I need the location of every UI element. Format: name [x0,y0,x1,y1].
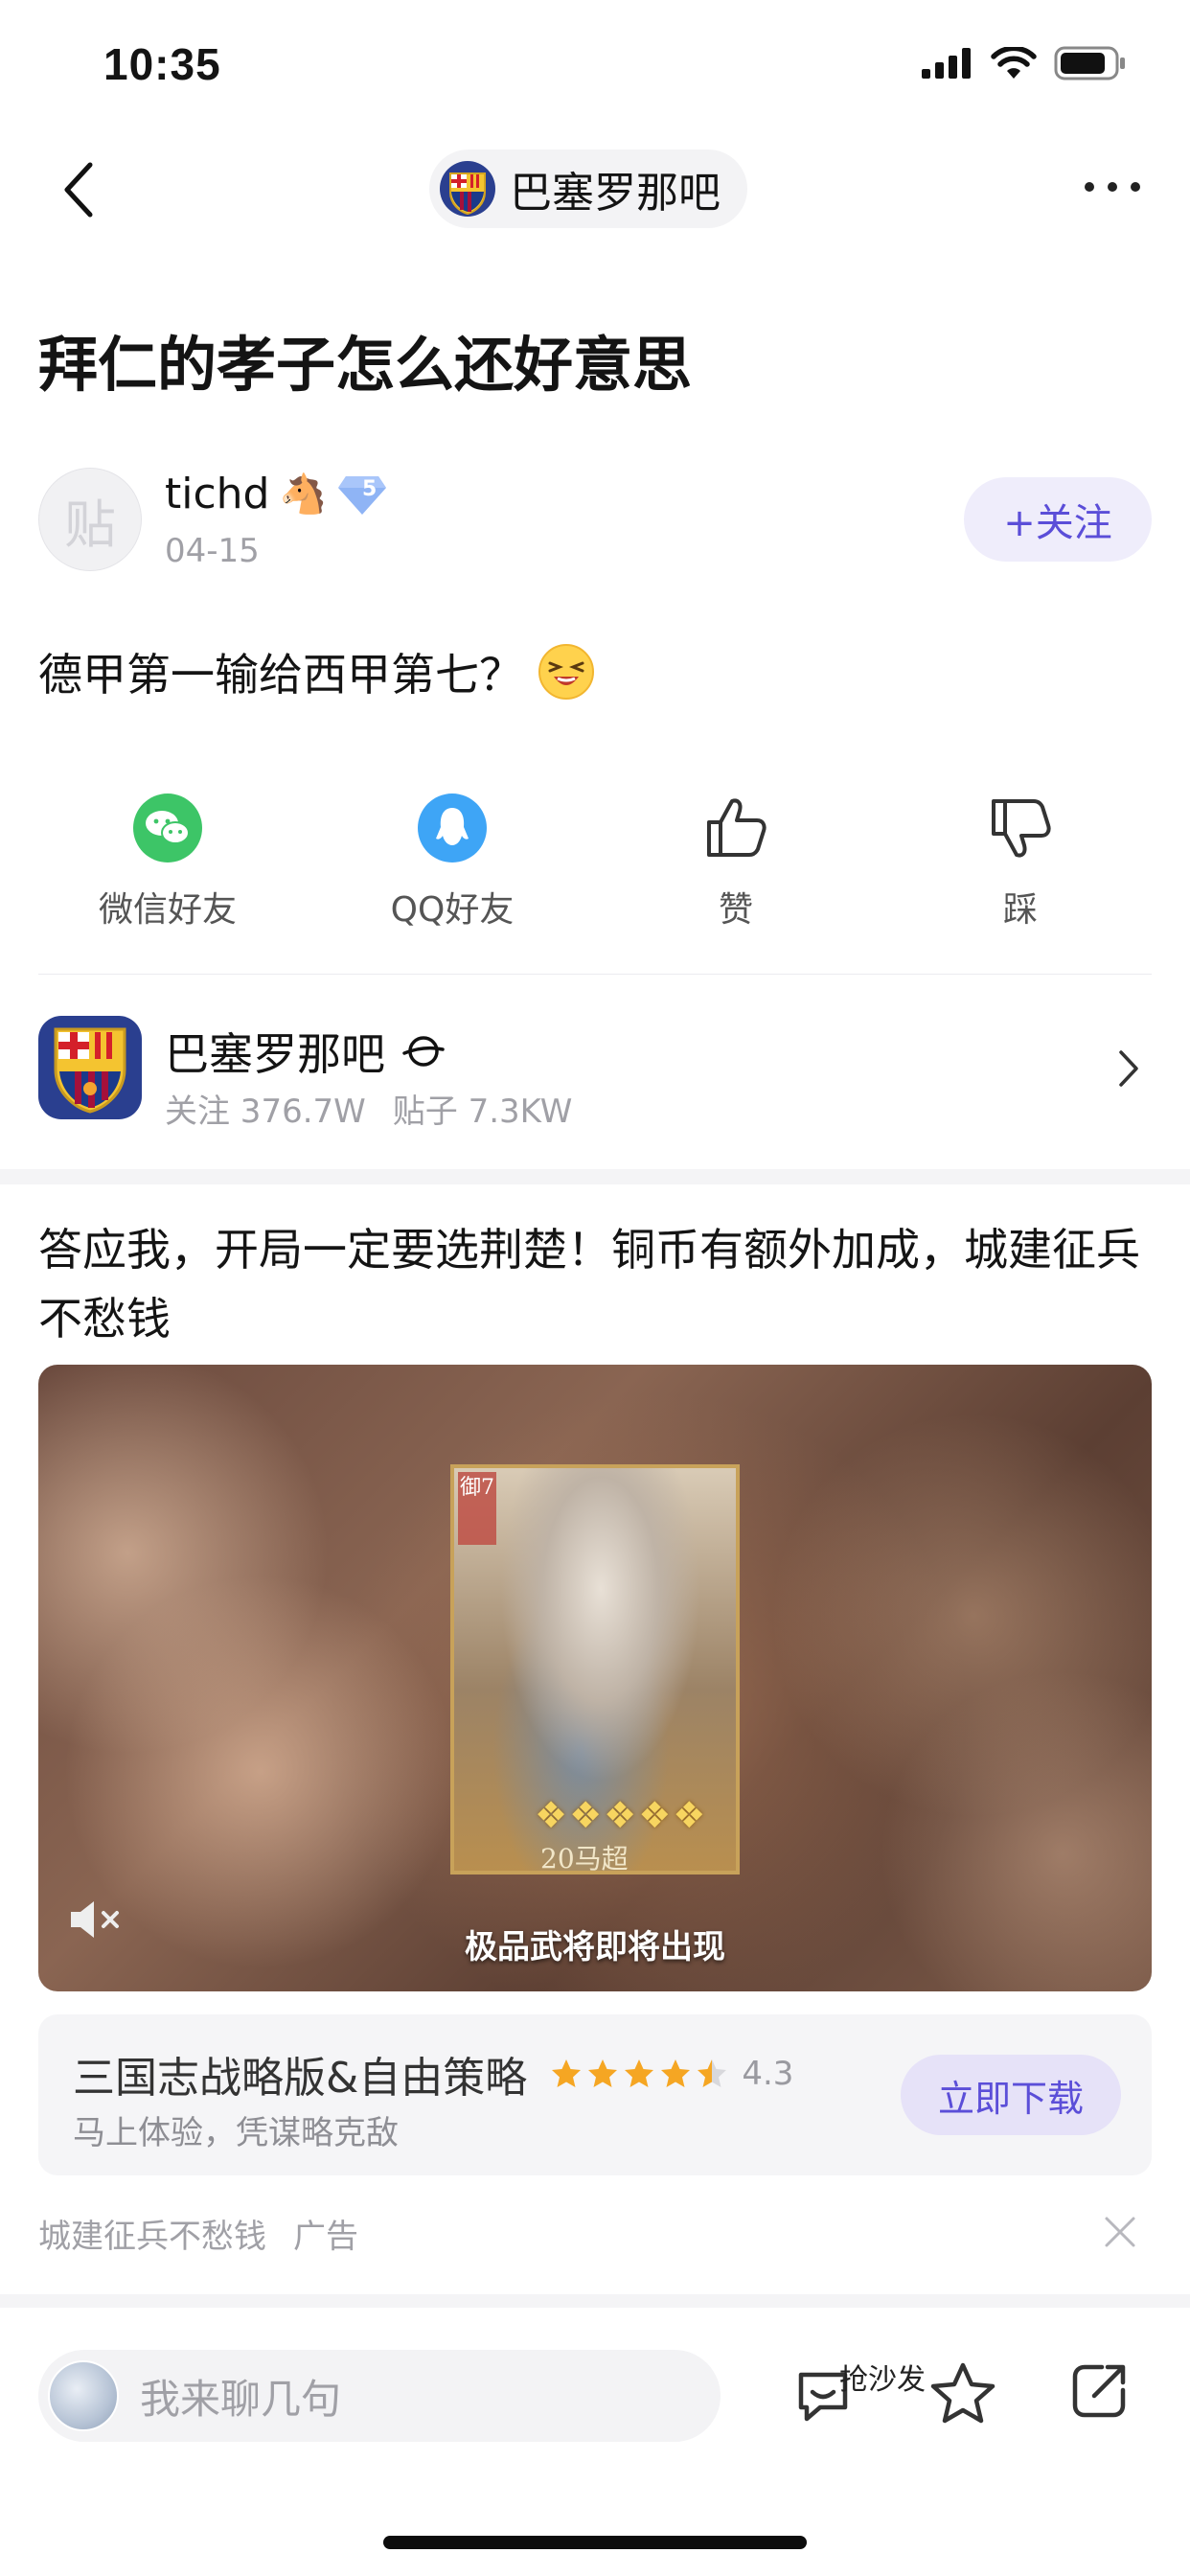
avatar-placeholder-char: 贴 [64,494,116,555]
ad-close-button[interactable] [1104,2216,1136,2252]
divider [38,974,1152,975]
share-label: 微信好友 [98,890,237,930]
ad-label: 广告 [293,2218,358,2256]
fcb-crest-icon [440,161,495,217]
status-icons [922,46,1127,80]
thumbs-down-icon [992,799,1051,858]
ad-footer: 城建征兵不愁钱 广告 [38,2210,358,2257]
comment-placeholder: 我来聊几句 [140,2375,342,2423]
section-separator [0,2294,1190,2308]
like-label: 赞 [718,890,753,930]
close-icon [1105,2217,1135,2247]
favorite-button[interactable] [929,2361,996,2428]
more-dot-icon [1108,182,1117,192]
share-qq-button[interactable]: QQ好友 [337,794,567,932]
forum-followers: 关注 376.7W [165,1092,366,1131]
horse-emoji-icon: 🐴 [279,472,328,517]
wifi-icon [991,47,1037,79]
post-date: 04-15 [165,532,260,570]
more-dot-icon [1085,182,1094,192]
dislike-label: 踩 [1002,890,1038,930]
cellular-signal-icon [922,48,971,79]
share-arrow-icon [1072,2364,1126,2418]
like-button[interactable]: 赞 [621,794,851,932]
more-dot-icon [1131,182,1140,192]
laughing-emoji-icon [538,644,594,700]
chevron-right-icon [1119,1050,1138,1087]
forum-stats: 关注 376.7W 贴子 7.3KW [165,1085,572,1132]
share-label: QQ好友 [390,890,515,930]
wechat-icon [133,794,202,862]
comment-input[interactable]: 我来聊几句 [38,2350,721,2442]
forum-posts: 贴子 7.3KW [392,1092,573,1131]
follow-button[interactable]: +关注 [964,477,1152,562]
status-time: 10:35 [103,39,221,89]
share-button[interactable] [1069,2361,1129,2425]
chevron-left-icon [64,162,93,218]
ad-text[interactable]: 答应我，开局一定要选荆楚！铜币有额外加成，城建征兵不愁钱 [38,1215,1152,1353]
author-row[interactable]: tichd 🐴 5 [165,470,388,518]
app-title-row: 三国志战略版&自由策略 4.3 [73,2043,793,2104]
home-indicator[interactable] [383,2536,807,2549]
share-wechat-button[interactable]: 微信好友 [53,794,283,932]
card-badge: 御7 [458,1472,496,1545]
ad-video[interactable]: 御7 ❖❖❖❖❖ 20马超 极品武将即将出现 [38,1365,1152,1991]
user-avatar [48,2360,119,2431]
post-body: 德甲第一输给西甲第七？ [38,640,596,703]
level-badge-value: 5 [362,477,378,501]
forum-card-name: 巴塞罗那吧 [165,1028,385,1080]
post-body-text: 德甲第一输给西甲第七？ [38,649,523,701]
post-title: 拜仁的孝子怎么还好意思 [38,330,693,400]
app-name: 三国志战略版&自由策略 [73,2054,528,2103]
rating-value: 4.3 [742,2055,794,2093]
back-button[interactable] [59,159,98,220]
star-icon [930,2362,995,2424]
video-caption: 极品武将即将出现 [465,1928,725,1966]
section-separator [0,1169,1190,1184]
app-download-card[interactable]: 三国志战略版&自由策略 4.3 马上体验，凭谋略克敌 立即下载 [38,2014,1152,2175]
forum-logo[interactable] [38,1016,142,1119]
follow-label: +关注 [1003,501,1112,545]
download-button[interactable]: 立即下载 [901,2055,1121,2135]
ad-footer-text: 城建征兵不愁钱 [38,2218,266,2256]
battery-icon [1054,46,1125,80]
forum-card-arrow[interactable] [1117,1048,1140,1092]
card-stars-icon: ❖❖❖❖❖ [535,1794,708,1836]
rating-stars-icon: 4.3 [550,2055,793,2093]
forum-pill-name: 巴塞罗那吧 [510,169,721,218]
hero-card-image: 御7 ❖❖❖❖❖ 20马超 [450,1464,740,1874]
dislike-button[interactable]: 踩 [905,794,1135,932]
forum-card-title[interactable]: 巴塞罗那吧 [165,1020,445,1083]
qq-icon [418,794,487,862]
forum-pill[interactable]: 巴塞罗那吧 [429,150,747,228]
download-label: 立即下载 [937,2077,1084,2120]
planet-icon [402,1036,445,1067]
author-name: tichd [165,470,270,518]
author-avatar[interactable]: 贴 [38,468,142,571]
fcb-crest-icon [38,1016,142,1119]
card-name: 20马超 [540,1843,629,1874]
sofa-label: 抢沙发 [839,2363,926,2397]
app-subtitle: 马上体验，凭谋略克敌 [73,2114,399,2152]
more-button[interactable] [1085,182,1140,192]
thumbs-up-icon [707,798,767,857]
